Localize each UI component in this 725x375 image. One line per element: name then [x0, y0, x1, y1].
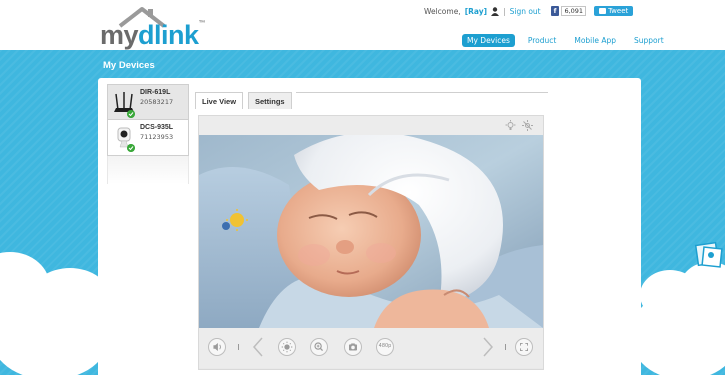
nav-my-devices[interactable]: My Devices: [462, 34, 515, 47]
device-name: DCS-935L: [140, 124, 174, 131]
ir-light-icon[interactable]: [522, 120, 533, 131]
user-icon: [491, 6, 500, 16]
facebook-like[interactable]: f 6,091: [550, 6, 587, 16]
device-name: DIR-619L: [140, 89, 171, 96]
nav-product[interactable]: Product: [523, 34, 561, 47]
logo-my: my: [100, 20, 139, 50]
online-check-icon: [127, 110, 135, 118]
tab-settings[interactable]: Settings: [248, 92, 292, 109]
device-item-dcs-935l[interactable]: DCS-935L 71123953: [107, 120, 189, 156]
nav-support[interactable]: Support: [629, 34, 669, 47]
device-list: DIR-619L 20583217 DCS-935L 71123953: [107, 84, 189, 156]
audio-icon[interactable]: [208, 338, 226, 356]
viewer-toolbar: [199, 116, 543, 135]
device-id: 71123953: [140, 133, 174, 141]
top-header: mydlink™ Welcome, [Ray] | Sign out f 6,0…: [0, 0, 725, 50]
welcome-text: Welcome,: [424, 6, 461, 16]
live-view-panel: 480p: [198, 115, 544, 370]
main-nav: My Devices Product Mobile App Support: [462, 34, 669, 47]
resolution-label: 480p: [378, 343, 392, 349]
zoom-icon[interactable]: [310, 338, 328, 356]
next-icon[interactable]: [482, 336, 494, 358]
resolution-button[interactable]: 480p: [376, 338, 394, 356]
live-video-feed[interactable]: [199, 135, 543, 328]
separator: [505, 344, 506, 350]
brightness-icon[interactable]: [278, 338, 296, 356]
fullscreen-icon[interactable]: [515, 338, 533, 356]
baby-image: [199, 135, 543, 328]
mydlink-logo[interactable]: mydlink™: [100, 6, 210, 50]
side-widget-icon[interactable]: [694, 240, 724, 270]
device-item-dir-619l[interactable]: DIR-619L 20583217: [107, 84, 189, 120]
logo-dlink: dlink: [138, 20, 199, 50]
device-id: 20583217: [140, 98, 174, 106]
separator: |: [503, 6, 506, 16]
tab-bar-line: [296, 92, 548, 93]
nav-mobile-app[interactable]: Mobile App: [569, 34, 621, 47]
twitter-icon: [599, 8, 607, 14]
sign-out-link[interactable]: Sign out: [510, 7, 541, 16]
logo-text: mydlink™: [100, 20, 206, 51]
logo-trademark: ™: [198, 20, 206, 27]
welcome-bar: Welcome, [Ray] | Sign out f 6,091 Tweet: [424, 6, 634, 16]
username: [Ray]: [464, 6, 488, 16]
facebook-count: 6,091: [561, 6, 587, 16]
video-controls: 480p: [199, 328, 543, 368]
previous-icon[interactable]: [252, 336, 264, 358]
snapshot-icon[interactable]: [344, 338, 362, 356]
separator: [238, 344, 239, 350]
facebook-icon[interactable]: f: [550, 6, 560, 16]
page-title: My Devices: [103, 60, 155, 71]
device-list-shadow: [107, 156, 189, 184]
tweet-button[interactable]: Tweet: [594, 6, 634, 16]
online-check-icon: [127, 144, 135, 152]
night-vision-icon[interactable]: [505, 120, 516, 131]
tab-live-view[interactable]: Live View: [195, 92, 244, 109]
tweet-label: Tweet: [608, 7, 629, 15]
